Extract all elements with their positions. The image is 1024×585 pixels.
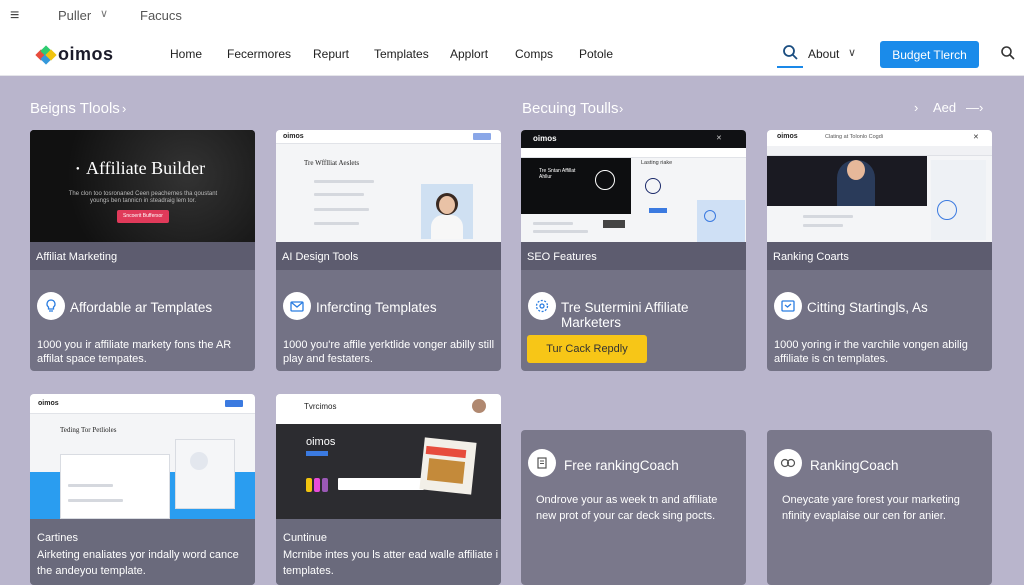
link-rings-icon (774, 449, 802, 477)
thumb-text: Clating at Tolonlo Cogdi (825, 134, 883, 140)
card-thumbnail: oimos Teding Tor Petlioles (30, 394, 255, 519)
chevron-right-icon[interactable]: › (914, 100, 918, 115)
hamburger-menu-icon[interactable]: ≡ (10, 7, 19, 25)
template-card-affiliate-builder[interactable]: ● Affiliate Builder The clon too tosrona… (30, 130, 255, 371)
logo[interactable]: oimos (35, 44, 114, 65)
thumb-button (473, 133, 491, 140)
section-title-right: Becuing Toulls (522, 100, 619, 117)
card-description: Airketing enaliates yor indally word can… (37, 549, 239, 577)
nav-about[interactable]: About (808, 47, 839, 61)
card-title: Cartines (37, 532, 78, 544)
logo-mark-icon (35, 44, 57, 65)
card-title: RankingCoach (810, 458, 899, 473)
top-item-facucs[interactable]: Facucs (140, 8, 182, 23)
template-card-design-tools[interactable]: oimos Tre Wfflliat Aeslets AI Design Too… (276, 130, 501, 371)
template-card-seo-features[interactable]: oimos ✕ Tre Sntan Affillat Ahllur Lastin… (521, 130, 746, 371)
card-thumbnail: oimos Clating at Tolonlo Cogdi ✕ (767, 130, 992, 242)
top-strip: ≡ Puller ∨ Facucs (0, 0, 1024, 32)
card-caption: Affiliat Marketing (30, 242, 255, 270)
card-thumbnail: Tvrcimos oimos (276, 394, 501, 519)
template-card-cuntinue[interactable]: Tvrcimos oimos Cuntinue Mcrnibe intes yo… (276, 394, 501, 585)
chevron-right-icon[interactable]: › (122, 101, 126, 116)
budget-button[interactable]: Budget Tlerch (880, 41, 979, 68)
template-card-cartines[interactable]: oimos Teding Tor Petlioles Cartines Airk… (30, 394, 255, 585)
nav-link-fecermores[interactable]: Fecermores (227, 47, 291, 61)
search-icon[interactable] (1000, 45, 1016, 61)
thumb-brand: oimos (306, 436, 336, 448)
card-title: Free rankingCoach (564, 458, 679, 473)
thumb-text: Tre Sntan Affillat Ahllur (539, 168, 576, 180)
section-title-left: Beigns Tlools (30, 100, 120, 117)
thumb-logo: oimos (283, 133, 304, 140)
card-title: Affordable ar Templates (70, 300, 213, 315)
thumb-heading: Tre Wfflliat Aeslets (304, 159, 360, 167)
chevron-right-icon[interactable]: › (619, 101, 623, 116)
nav-link-potole[interactable]: Potole (579, 47, 613, 61)
card-rankingcoach[interactable]: RankingCoach Oneycate yare forest your m… (767, 430, 992, 585)
nav-link-repurt[interactable]: Repurt (313, 47, 349, 61)
card-caption: Ranking Coarts (767, 242, 992, 270)
thumb-hero-sub: The clon too tosronaned Ceen peachernes … (68, 191, 218, 204)
thumb-logo: oimos (533, 134, 557, 143)
card-caption: SEO Features (521, 242, 746, 270)
card-thumbnail: oimos ✕ Tre Sntan Affillat Ahllur Lastin… (521, 130, 746, 242)
chevron-down-icon[interactable]: ∨ (100, 7, 108, 20)
thumb-hero-title: Affiliate Builder (86, 158, 206, 178)
card-title: Cuntinue (283, 532, 328, 544)
search-icon[interactable] (782, 44, 800, 62)
card-thumbnail: oimos Tre Wfflliat Aeslets (276, 130, 501, 242)
nav-link-home[interactable]: Home (170, 47, 202, 61)
card-description: Ondrove your as week tn and affiliate ne… (536, 494, 718, 522)
thumb-heading: Teding Tor Petlioles (60, 426, 117, 434)
card-title: Infercting Templates (316, 300, 437, 315)
card-caption: AI Design Tools (276, 242, 501, 270)
thumb-label: Lasting riake (641, 160, 673, 166)
card-description: 1000 you're affile yerktlide vonger abil… (283, 339, 495, 365)
card-description: Mcrnibe intes you ls atter ead walle aff… (283, 549, 499, 577)
main-navbar: oimos Home Fecermores Repurt Templates A… (0, 32, 1024, 76)
nav-link-comps[interactable]: Comps (515, 47, 553, 61)
thumb-button (225, 400, 243, 407)
cta-button[interactable]: Tur Cack Repdly (527, 335, 647, 363)
card-description: 1000 you ir affiliate markety fons the A… (37, 339, 232, 365)
search-underline (777, 66, 803, 68)
card-title: Citting Startingls, As (807, 300, 928, 315)
bulb-icon (37, 292, 65, 320)
template-card-ranking-coarts[interactable]: oimos Clating at Tolonlo Cogdi ✕ Ranking… (767, 130, 992, 371)
close-icon: ✕ (973, 134, 979, 141)
thumb-logo: oimos (38, 400, 59, 407)
arrow-right-icon[interactable]: —› (966, 100, 983, 115)
chevron-down-icon[interactable]: ∨ (848, 46, 856, 59)
nav-link-applort[interactable]: Applort (450, 47, 488, 61)
message-icon (774, 292, 802, 320)
thumb-hero-button: Sncoerit Buffersor (117, 210, 169, 223)
close-icon: ✕ (716, 135, 722, 142)
envelope-icon (283, 292, 311, 320)
nav-link-templates[interactable]: Templates (374, 47, 429, 61)
thumb-logo: oimos (777, 133, 798, 140)
card-description: Oneycate yare forest your marketing nfin… (782, 494, 960, 522)
document-icon (528, 449, 556, 477)
target-icon (528, 292, 556, 320)
card-description: 1000 yoring ir the varchile vongen abili… (774, 339, 968, 365)
card-free-rankingcoach[interactable]: Free rankingCoach Ondrove your as week t… (521, 430, 746, 585)
thumb-logo: Tvrcimos (304, 402, 337, 411)
section-extra-link[interactable]: Aed (933, 100, 956, 115)
top-item-puller[interactable]: Puller (58, 8, 91, 23)
card-title: Tre Sutermini Affiliate Marketers (561, 300, 689, 330)
card-thumbnail: ● Affiliate Builder The clon too tosrona… (30, 130, 255, 242)
logo-text: oimos (58, 44, 114, 64)
